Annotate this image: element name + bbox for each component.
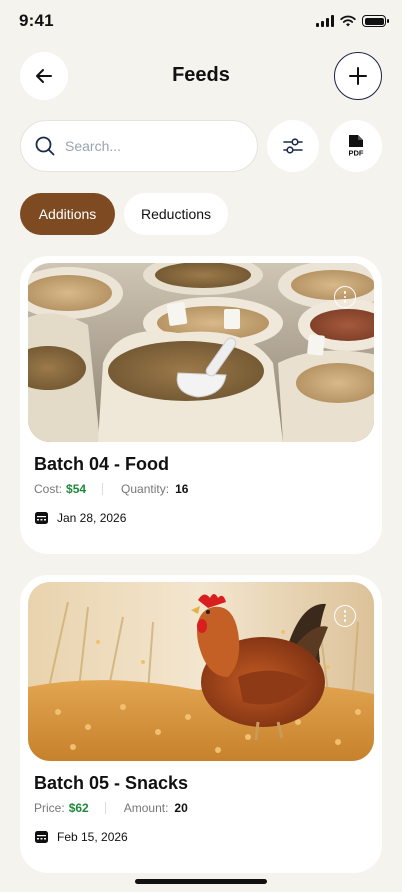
add-feed-button[interactable]: [334, 52, 382, 100]
card-date: Feb 15, 2026: [34, 829, 128, 844]
date-text: Jan 28, 2026: [57, 510, 127, 525]
card-title: Batch 04 - Food: [34, 454, 170, 474]
quantity-label: Quantity:: [121, 482, 170, 496]
amount-label: Amount:: [123, 801, 169, 815]
date-text: Feb 15, 2026: [57, 829, 128, 844]
feed-card[interactable]: Batch 04 - Food Cost: $54 Quantity: 16 J…: [20, 256, 382, 554]
export-pdf-button[interactable]: PDF: [330, 120, 382, 172]
cellular-signal-icon: [316, 15, 334, 27]
calendar-icon: [35, 512, 48, 524]
sliders-icon: [283, 138, 303, 154]
quantity-value: 16: [175, 482, 189, 496]
wifi-icon: [340, 15, 356, 27]
home-indicator[interactable]: [135, 879, 267, 884]
divider: [104, 802, 106, 814]
price-value: $62: [68, 801, 89, 815]
card-meta: Price: $62 Amount: 20: [34, 801, 188, 815]
amount-value: 20: [174, 801, 188, 815]
cost-label: Cost:: [34, 482, 63, 496]
tab-additions[interactable]: Additions: [20, 193, 115, 235]
battery-icon: [362, 15, 389, 27]
status-bar: 9:41: [0, 0, 402, 44]
cost-value: $54: [66, 482, 87, 496]
more-options-button[interactable]: [334, 286, 356, 308]
card-meta: Cost: $54 Quantity: 16: [34, 482, 188, 496]
search-bar[interactable]: [20, 120, 258, 172]
divider: [102, 483, 104, 495]
search-icon: [35, 136, 55, 156]
filter-button[interactable]: [267, 120, 319, 172]
more-options-button[interactable]: [334, 605, 356, 627]
plus-icon: [349, 67, 367, 85]
status-time: 9:41: [19, 11, 54, 30]
status-icons: [316, 15, 389, 27]
tab-reductions[interactable]: Reductions: [124, 193, 228, 235]
calendar-icon: [35, 831, 48, 843]
card-date: Jan 28, 2026: [34, 510, 126, 525]
card-title: Batch 05 - Snacks: [34, 773, 189, 793]
hen-eating-grain-photo: [28, 582, 374, 761]
pdf-file-icon: PDF: [349, 135, 364, 158]
feed-card[interactable]: Batch 05 - Snacks Price: $62 Amount: 20 …: [20, 575, 382, 873]
price-label: Price:: [34, 801, 65, 815]
feed-sacks-photo: [28, 263, 374, 442]
search-input[interactable]: [65, 138, 235, 154]
pdf-label: PDF: [349, 149, 364, 158]
